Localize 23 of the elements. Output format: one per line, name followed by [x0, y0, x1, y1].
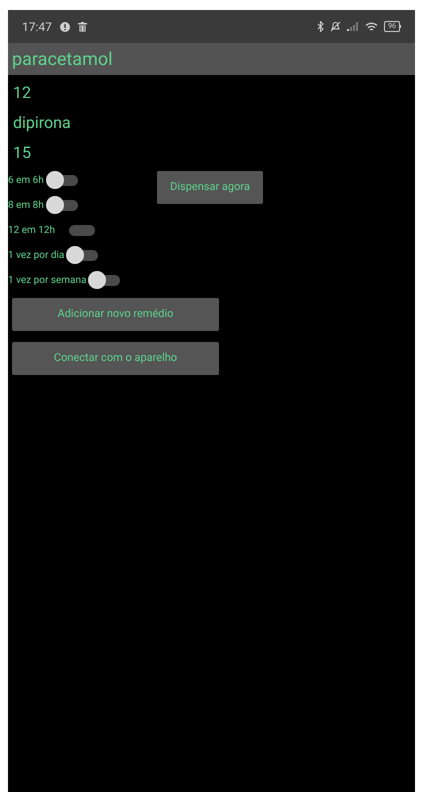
- switch-label: 1 vez por dia: [8, 248, 64, 262]
- text-field[interactable]: 12: [13, 81, 415, 105]
- wifi-icon: [365, 22, 378, 32]
- app-title: paracetamol: [12, 48, 113, 72]
- switch-label: 6 em 6h: [8, 174, 44, 188]
- toggle-switch[interactable]: [88, 271, 122, 289]
- bluetooth-icon: [317, 21, 324, 32]
- text-field[interactable]: 15: [13, 141, 415, 165]
- toggle-switch[interactable]: [46, 171, 80, 189]
- dispense-button[interactable]: Dispensar agora: [157, 171, 263, 204]
- toggle-switch[interactable]: [46, 196, 80, 214]
- switch-label: 1 vez por semana: [8, 274, 86, 288]
- bell-off-icon: [330, 21, 342, 32]
- action-button[interactable]: Adicionar novo remédio: [12, 298, 219, 331]
- toggle-switch[interactable]: [66, 246, 100, 264]
- action-button[interactable]: Conectar com o aparelho: [12, 342, 219, 375]
- switch-label: 8 em 8h: [8, 198, 44, 212]
- switch-label: 12 em 12h: [8, 224, 56, 238]
- status-time: 17:47: [22, 18, 52, 36]
- trash-icon: [78, 22, 87, 32]
- alert-icon: [60, 22, 70, 32]
- signal-icon: [347, 22, 360, 31]
- text-field[interactable]: dipirona: [13, 111, 415, 135]
